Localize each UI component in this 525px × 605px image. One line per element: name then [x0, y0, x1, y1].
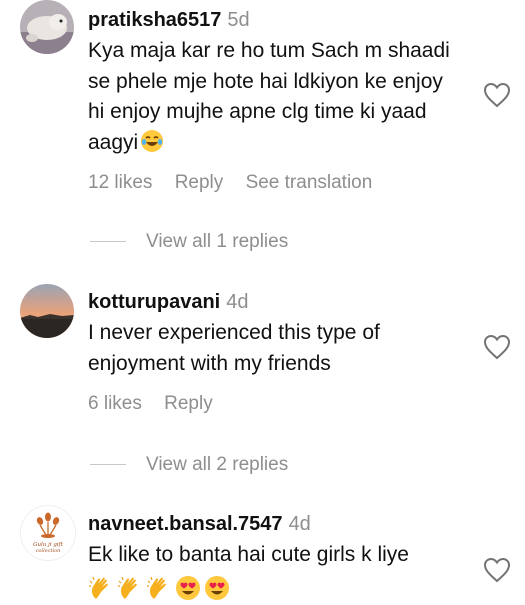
likes-count[interactable]: 12 likes — [88, 172, 152, 193]
comment-username[interactable]: pratiksha6517 — [88, 9, 221, 31]
clapping-hands-icon — [118, 576, 137, 599]
comment-text: I never experienced this type of enjoyme… — [88, 321, 380, 375]
comment-emoji-row — [88, 575, 465, 605]
comment-username[interactable]: kotturupavani — [88, 291, 220, 313]
see-translation-button[interactable]: See translation — [246, 172, 373, 193]
heart-outline-icon[interactable] — [483, 82, 511, 108]
view-replies-label[interactable]: View all 1 replies — [146, 231, 288, 252]
comment-text: Ek like to banta hai cute girls k liye — [88, 543, 409, 566]
avatar-photo-sunset — [20, 284, 74, 338]
clapping-hands-icon — [89, 576, 108, 599]
avatar-photo-dog — [20, 0, 74, 54]
avatar[interactable]: Gulu ji gift collection — [20, 505, 76, 561]
view-replies-label[interactable]: View all 2 replies — [146, 454, 288, 475]
view-replies-button[interactable]: View all 2 replies — [90, 454, 288, 476]
comment-username[interactable]: navneet.bansal.7547 — [88, 513, 283, 535]
comment-timestamp: 4d — [226, 291, 249, 313]
replies-divider — [90, 464, 126, 466]
replies-divider — [90, 241, 126, 243]
heart-outline-icon[interactable] — [483, 334, 511, 360]
likes-count[interactable]: 6 likes — [88, 393, 142, 414]
avatar-logo-gift-collection: Gulu ji gift collection — [21, 506, 75, 560]
heart-eyes-emoji-icon — [205, 575, 229, 600]
reply-button[interactable]: Reply — [175, 172, 224, 193]
heart-eyes-emoji-icon — [176, 575, 200, 600]
heart-outline-icon[interactable] — [483, 557, 511, 583]
comment-timestamp: 5d — [227, 9, 250, 31]
rolling-laughing-emoji-icon — [141, 129, 164, 152]
comment-timestamp: 4d — [288, 513, 311, 535]
comment-text: Kya maja kar re ho tum Sach m shaadi se … — [88, 36, 465, 158]
clapping-hands-icon — [147, 576, 166, 599]
avatar[interactable] — [20, 284, 74, 338]
reply-button[interactable]: Reply — [164, 393, 213, 414]
avatar[interactable] — [20, 0, 74, 54]
avatar-logo-text: collection — [36, 548, 61, 554]
view-replies-button[interactable]: View all 1 replies — [90, 231, 288, 253]
